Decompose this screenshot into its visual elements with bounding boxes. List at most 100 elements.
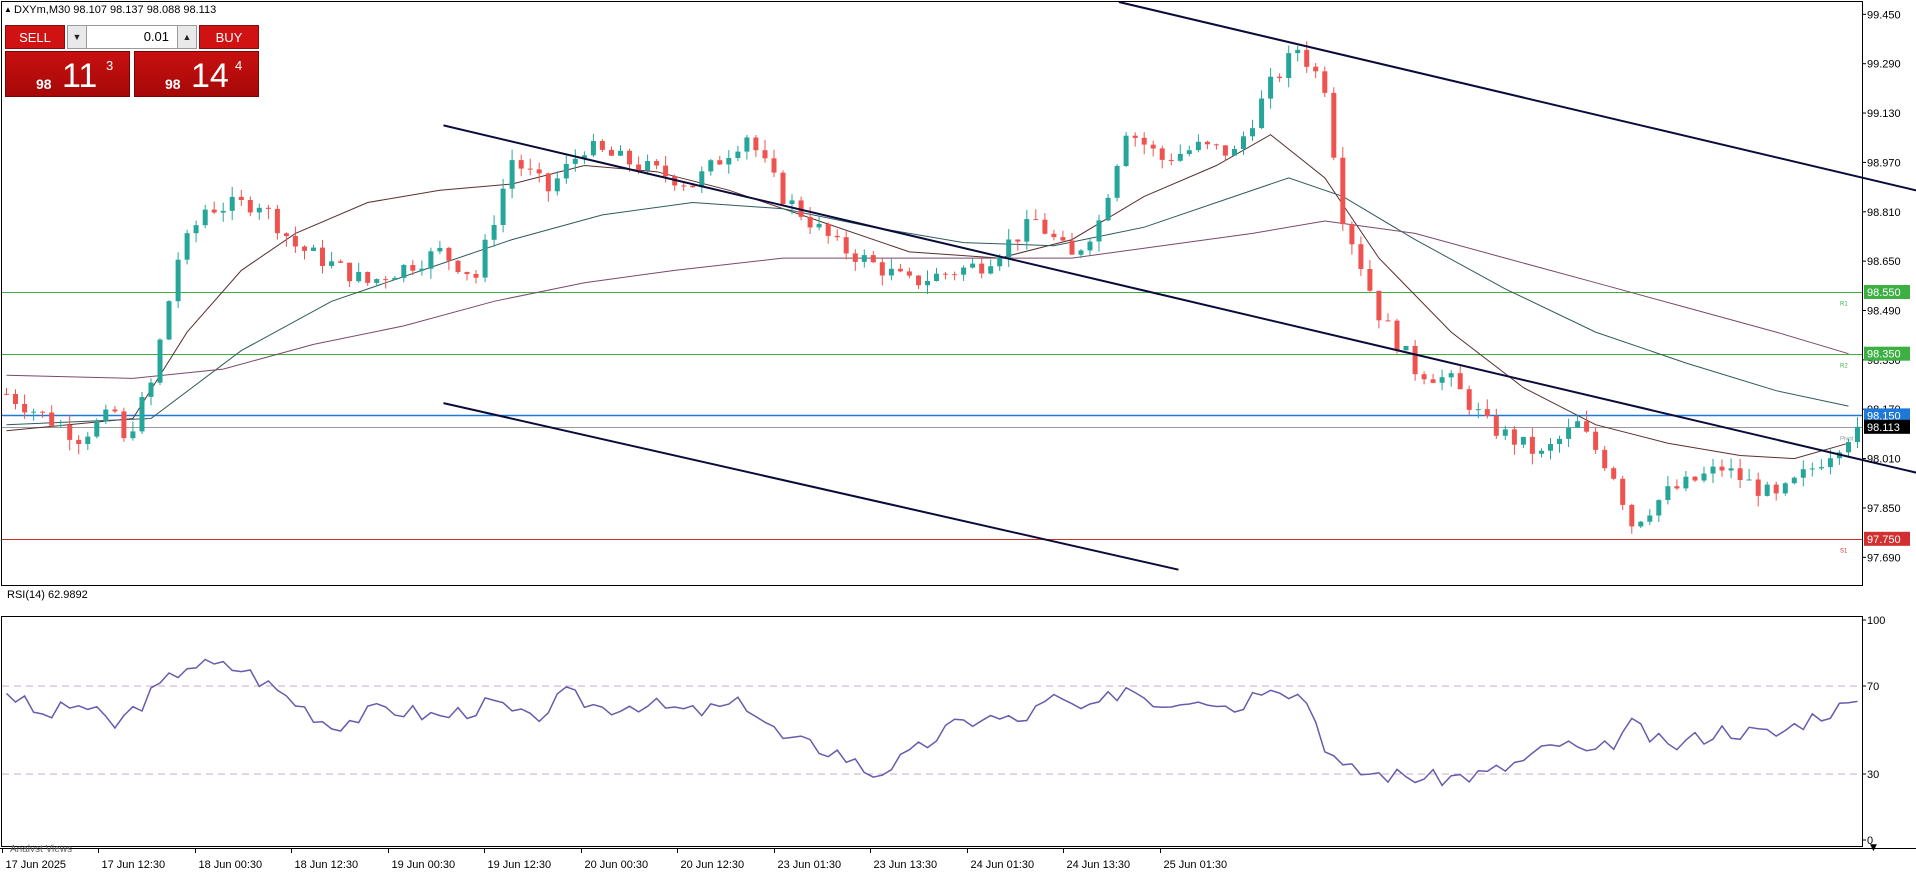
candle-body xyxy=(1042,219,1048,234)
price-tick-label: 99.290 xyxy=(1867,59,1901,71)
candle-body xyxy=(491,225,497,240)
candle-body xyxy=(1466,389,1472,410)
candle-body xyxy=(1827,458,1833,468)
candle-body xyxy=(1322,71,1328,93)
candle-body xyxy=(464,272,470,275)
time-axis: 17 Jun 2025 17 Jun 12:30 18 Jun 00:30 18 Ju… xyxy=(0,848,1916,871)
candle-body xyxy=(843,237,849,254)
candle-body xyxy=(509,160,515,189)
candle-body xyxy=(1313,66,1319,72)
candle-body xyxy=(1701,473,1707,481)
time-tick-label: 18 Jun 00:30 xyxy=(199,859,263,871)
candle-body xyxy=(780,172,786,204)
candle-body xyxy=(320,247,325,266)
candle-body xyxy=(1087,241,1093,251)
candle-body xyxy=(1620,478,1626,505)
candle-body xyxy=(563,164,569,179)
candle-body xyxy=(302,246,307,251)
candle-body xyxy=(934,273,939,281)
candle-body xyxy=(735,151,741,158)
sell-price-button[interactable]: 98 11 3 xyxy=(5,51,130,97)
candle-body xyxy=(1295,49,1301,54)
lot-decrease-button[interactable]: ▼ xyxy=(67,25,87,49)
candle-body xyxy=(1638,521,1644,527)
analyst-views-tab[interactable]: Analyst Views xyxy=(10,843,72,852)
candle-body xyxy=(1394,320,1400,351)
candle-body xyxy=(807,217,813,228)
candle-body xyxy=(961,267,967,275)
lot-size-input[interactable]: 0.01 xyxy=(87,25,177,49)
candle-body xyxy=(40,411,46,413)
candle-body xyxy=(870,255,876,263)
candle-body xyxy=(229,196,235,211)
time-tick-label: 17 Jun 2025 xyxy=(6,859,67,871)
chart-canvas[interactable]: R1R2PivotS1 10070300▼ 99.45099.29099.130… xyxy=(0,0,1916,874)
candle-body xyxy=(473,274,479,278)
candle-body xyxy=(1475,409,1481,411)
candle-body xyxy=(1800,469,1806,478)
candle-body xyxy=(1557,438,1562,444)
time-tick-label: 25 Jun 01:30 xyxy=(1164,859,1228,871)
candle-body xyxy=(1204,141,1210,145)
candle-body xyxy=(1692,476,1698,481)
time-tick-label: 23 Jun 13:30 xyxy=(874,859,938,871)
price-tick-label: 98.490 xyxy=(1867,306,1901,318)
channel-line-1[interactable] xyxy=(1118,1,1916,403)
candle-body xyxy=(1268,76,1274,99)
time-tick-label: 18 Jun 12:30 xyxy=(295,859,359,871)
candle-body xyxy=(1213,144,1219,146)
candle-body xyxy=(347,262,353,282)
channel-line-3[interactable] xyxy=(443,402,1179,571)
candle-body xyxy=(1593,431,1599,450)
buy-button[interactable]: BUY xyxy=(199,25,259,49)
candle-body xyxy=(383,279,389,281)
candle-body xyxy=(997,257,1003,267)
candle-body xyxy=(365,272,371,283)
candle-body xyxy=(545,173,551,192)
candle-body xyxy=(1177,153,1183,161)
candle-body xyxy=(1250,128,1255,137)
candle-body xyxy=(916,275,921,286)
candle-body xyxy=(67,425,73,440)
sell-button[interactable]: SELL xyxy=(5,25,65,49)
candle-body xyxy=(699,171,705,188)
channel-line-2[interactable] xyxy=(443,124,1916,569)
candle-body xyxy=(1277,76,1283,78)
candle-body xyxy=(148,382,154,397)
candle-body xyxy=(392,277,398,280)
candle-body xyxy=(663,165,669,177)
candle-body xyxy=(897,268,903,272)
candle-body xyxy=(681,185,687,187)
candle-body xyxy=(1304,49,1310,67)
candle-body xyxy=(1809,468,1815,470)
symbol-info: DXYm,M30 98.107 98.137 98.088 98.113 xyxy=(14,4,217,16)
candle-body xyxy=(1493,416,1499,436)
candle-body xyxy=(1846,442,1851,453)
candle-body xyxy=(1403,346,1409,351)
candle-body xyxy=(627,150,632,165)
candle-body xyxy=(1141,137,1147,145)
collapse-triangle-icon[interactable]: ▲ xyxy=(4,5,12,14)
candle-body xyxy=(247,200,253,213)
price-panel-frame xyxy=(1,1,1863,586)
candle-body xyxy=(1132,135,1138,138)
candle-body xyxy=(446,247,452,261)
lot-increase-button[interactable]: ▲ xyxy=(177,25,197,49)
candle-body xyxy=(825,223,831,236)
candle-body xyxy=(1159,148,1165,160)
candle-body xyxy=(789,200,795,204)
candle-body xyxy=(1855,426,1860,442)
candle-body xyxy=(238,196,244,200)
support-price-tag-label: 97.750 xyxy=(1867,534,1901,546)
candle-body xyxy=(1737,468,1743,480)
buy-price-button[interactable]: 98 14 4 xyxy=(134,51,259,97)
candle-body xyxy=(1457,373,1463,390)
candle-body xyxy=(130,431,136,439)
sell-price-main: 11 xyxy=(62,57,98,95)
candle-body xyxy=(1069,240,1075,255)
candle-body xyxy=(1096,220,1102,242)
candle-body xyxy=(1656,500,1662,516)
candle-body xyxy=(410,265,416,271)
chart-window[interactable]: R1R2PivotS1 10070300▼ 99.45099.29099.130… xyxy=(0,0,1916,874)
resistance-2-price-tag-label: 98.550 xyxy=(1867,287,1901,299)
